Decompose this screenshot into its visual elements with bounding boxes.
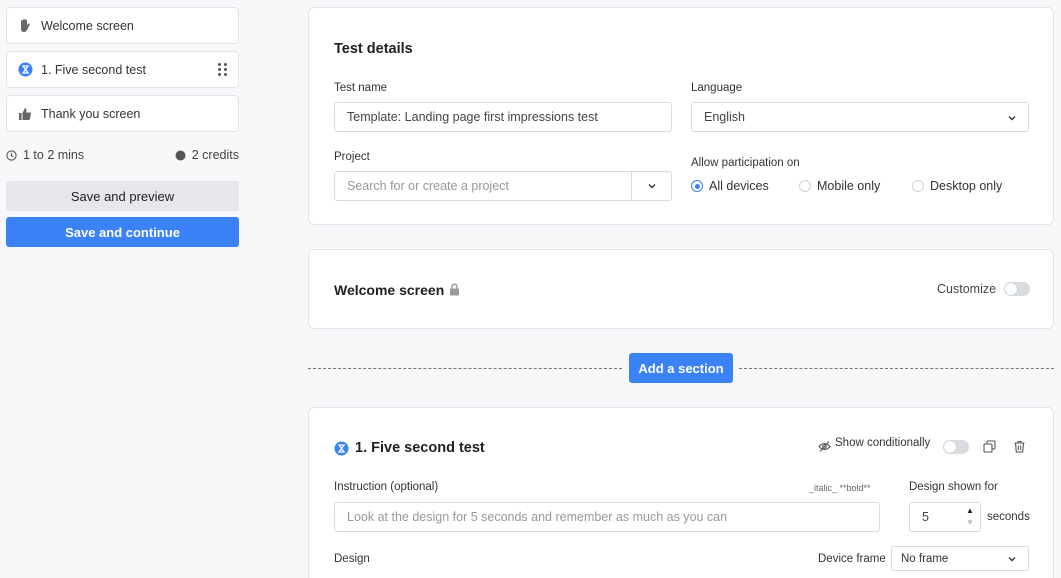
welcome-screen-card: Welcome screen Customize xyxy=(308,249,1054,329)
save-and-continue-button[interactable]: Save and continue xyxy=(6,217,239,247)
show-conditionally-toggle[interactable] xyxy=(943,440,969,454)
sidebar-item-label: Welcome screen xyxy=(41,18,134,33)
thumbs-up-icon xyxy=(17,106,33,122)
trash-icon[interactable] xyxy=(1013,440,1026,453)
sidebar-item-label: 1. Five second test xyxy=(41,62,146,77)
device-frame-select[interactable]: No frame xyxy=(891,546,1029,571)
customize-label: Customize xyxy=(937,282,997,296)
design-shown-stepper[interactable]: 5 ▲ ▼ xyxy=(909,502,981,532)
credits-text: 2 credits xyxy=(191,148,239,162)
test-meta: 1 to 2 mins 2 credits xyxy=(6,148,239,162)
eye-off-icon xyxy=(818,441,831,452)
language-value: English xyxy=(704,110,745,124)
radio-all-devices[interactable]: All devices xyxy=(691,179,769,193)
duration: 1 to 2 mins xyxy=(6,148,84,162)
sidebar-item-five-second-test[interactable]: 1. Five second test xyxy=(6,51,239,88)
project-placeholder: Search for or create a project xyxy=(347,179,509,193)
add-section-button[interactable]: Add a section xyxy=(629,353,733,383)
project-label: Project xyxy=(334,151,370,163)
duration-text: 1 to 2 mins xyxy=(23,148,85,162)
radio-mobile-only[interactable]: Mobile only xyxy=(799,179,880,193)
stepper-arrows[interactable]: ▲ ▼ xyxy=(964,505,976,529)
radio-label: All devices xyxy=(709,179,769,193)
arrow-down-icon[interactable]: ▼ xyxy=(966,517,974,529)
test-name-input[interactable]: Template: Landing page first impressions… xyxy=(334,102,672,132)
lock-icon xyxy=(450,283,459,296)
card-title: 1. Five second test xyxy=(355,440,485,456)
save-and-preview-button[interactable]: Save and preview xyxy=(6,181,239,211)
clock-icon xyxy=(6,149,17,161)
chevron-down-icon xyxy=(1008,557,1016,562)
credit-icon xyxy=(175,150,186,160)
five-second-test-card: 1. Five second test Show conditionally I… xyxy=(308,407,1054,578)
chevron-down-icon xyxy=(1008,116,1016,121)
radio-button[interactable] xyxy=(691,180,703,192)
project-input[interactable]: Search for or create a project xyxy=(334,171,672,201)
language-label: Language xyxy=(691,82,743,94)
test-details-card: Test details Test name Template: Landing… xyxy=(308,7,1054,225)
sidebar-item-label: Thank you screen xyxy=(41,106,141,121)
radio-button[interactable] xyxy=(912,180,924,192)
card-title: Test details xyxy=(334,41,413,57)
credits: 2 credits xyxy=(175,148,239,162)
drag-handle-icon[interactable] xyxy=(218,63,228,77)
design-shown-label: Design shown for xyxy=(909,481,998,493)
test-name-label: Test name xyxy=(334,82,388,94)
section-divider-left xyxy=(308,368,622,369)
sidebar-item-welcome-screen[interactable]: Welcome screen xyxy=(6,7,239,44)
design-label: Design xyxy=(334,553,370,565)
timer-icon xyxy=(17,62,33,78)
format-hint: _italic_ **bold** xyxy=(809,483,871,493)
sidebar-item-thank-you-screen[interactable]: Thank you screen xyxy=(6,95,239,132)
show-conditionally-label: Show conditionally xyxy=(835,437,931,449)
section-divider-right xyxy=(739,368,1054,369)
participation-label: Allow participation on xyxy=(691,157,800,169)
language-select[interactable]: English xyxy=(691,102,1029,132)
radio-label: Mobile only xyxy=(817,179,881,193)
radio-label: Desktop only xyxy=(930,179,1003,193)
instruction-input[interactable]: Look at the design for 5 seconds and rem… xyxy=(334,502,880,532)
card-title: Welcome screen xyxy=(334,282,445,298)
device-frame-label: Device frame xyxy=(818,553,886,565)
device-frame-value: No frame xyxy=(901,552,949,565)
arrow-up-icon[interactable]: ▲ xyxy=(966,505,974,517)
chevron-down-icon xyxy=(648,184,655,189)
radio-desktop-only[interactable]: Desktop only xyxy=(912,179,1002,193)
customize-toggle[interactable] xyxy=(1004,282,1030,296)
duplicate-icon[interactable] xyxy=(983,440,996,453)
wave-hand-icon xyxy=(17,18,33,34)
design-shown-value: 5 xyxy=(922,510,929,524)
timer-icon xyxy=(334,441,349,456)
instruction-label: Instruction (optional) xyxy=(334,481,439,493)
project-dropdown-button[interactable] xyxy=(631,172,671,200)
radio-button[interactable] xyxy=(799,180,811,192)
seconds-label: seconds xyxy=(987,511,1030,523)
